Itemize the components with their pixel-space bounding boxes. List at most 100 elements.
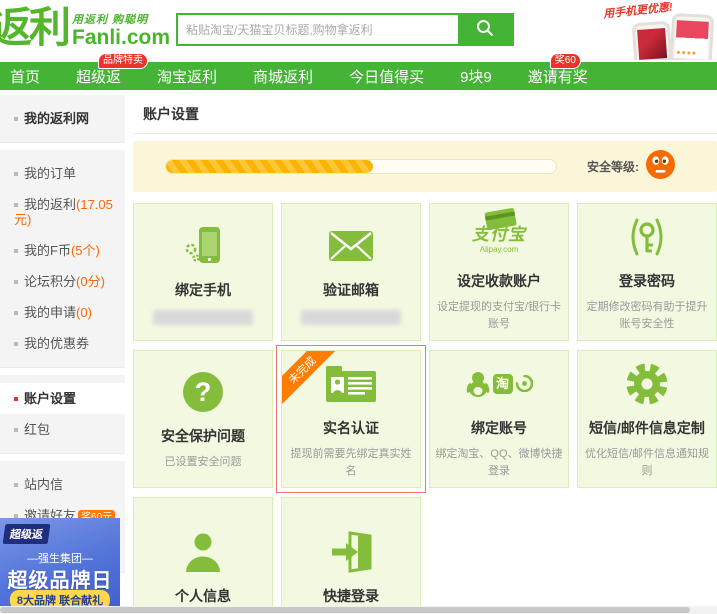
nav-item-label: 超级返 [76, 68, 122, 86]
question-icon-holder: ? [181, 366, 225, 418]
nav-item-label: 首页 [10, 68, 41, 86]
qq-icon [466, 371, 489, 397]
bullet-icon [14, 341, 18, 346]
card-title: 快捷登录 [323, 588, 379, 604]
alipay-logo-icon: 支付宝 Alipay.com [472, 207, 526, 254]
settings-card-exit[interactable]: 快捷登录 [281, 497, 421, 614]
nav-item-badge: 品牌特卖 [98, 52, 149, 69]
settings-card-idcard[interactable]: 未完成 实名认证 提现前需要先绑定真实姓名 [276, 345, 426, 493]
card-title: 实名认证 [323, 419, 379, 436]
gear-icon-holder [624, 358, 670, 410]
sidebar-group: 我的返利网 [0, 95, 125, 143]
card-title: 绑定手机 [175, 281, 231, 298]
question-mark-icon: ? [183, 372, 223, 413]
sidebar-item-2-0[interactable]: 账户设置 [0, 383, 125, 414]
card-title: 安全保护问题 [161, 428, 245, 445]
sidebar: 我的返利网 我的订单 我的返利(17.05元) 我的F币(5个) 论坛积分(0分) 我的申… [0, 95, 125, 614]
sidebar-item-label: 账户设置 [24, 391, 77, 406]
logo-tagline: 用返利 购聪明 [72, 14, 149, 26]
sidebar-promo-banner[interactable]: 超级返 —强生集团— 超级品牌日 8大品牌 联合献礼 [0, 518, 120, 614]
nav-item-1[interactable]: 首页 [10, 66, 40, 87]
sidebar-item-1-5[interactable]: 我的优惠券 [0, 328, 125, 359]
key-lock-icon [631, 218, 663, 256]
sidebar-item-label: 我的返利网 [24, 111, 90, 126]
qq-taobao-weibo-icons: 淘 [466, 370, 533, 398]
security-level-banner: 安全等级: [133, 141, 717, 192]
exit-icon-holder [328, 526, 374, 578]
card-title: 短信/邮件信息定制 [589, 419, 705, 436]
settings-card-phone[interactable]: 绑定手机 [133, 203, 273, 341]
scrollbar-thumb[interactable] [0, 607, 690, 613]
card-title: 绑定账号 [471, 419, 527, 436]
settings-card-grid: 绑定手机 验证邮箱 支付宝 Alipay.com 设定收款账户 设定提现的支付宝/… [133, 203, 717, 614]
bullet-icon [14, 248, 18, 253]
search-input[interactable] [178, 15, 458, 44]
search-box [176, 13, 514, 46]
settings-card-person[interactable]: 个人信息 [133, 497, 273, 614]
sidebar-item-1-4[interactable]: 我的申请(0) [0, 297, 125, 328]
bullet-icon [14, 171, 18, 176]
nav-item-7[interactable]: 邀请有奖 奖60 [527, 52, 588, 87]
nav-item-4[interactable]: 商城返利 [253, 66, 313, 87]
sidebar-groups: 我的返利网 我的订单 我的返利(17.05元) 我的F币(5个) 论坛积分(0分) 我的申… [0, 95, 125, 573]
nav-item-2[interactable]: 超级返 品牌特卖 [76, 52, 149, 87]
id-card-icon [326, 365, 376, 402]
horizontal-scrollbar[interactable] [0, 606, 717, 614]
key-icon-holder [626, 211, 668, 263]
gear-icon [626, 363, 668, 405]
nav-item-badge: 奖60 [549, 52, 581, 69]
svg-text:?: ? [195, 377, 212, 407]
sidebar-item-2-1[interactable]: 红包 [0, 414, 125, 445]
envelope-icon [329, 230, 373, 261]
nav-item-label: 商城返利 [253, 68, 314, 86]
sidebar-item-label: 我的优惠券 [24, 336, 90, 351]
sidebar-item-label: 我的申请 [24, 305, 77, 320]
search-button[interactable] [458, 15, 512, 44]
settings-card-mail[interactable]: 验证邮箱 [281, 203, 421, 341]
phone-image: ●●●● [669, 12, 715, 60]
social-icon-holder: 淘 [466, 358, 533, 410]
sidebar-item-label: 我的F币 [24, 243, 71, 258]
sidebar-group: 我的订单 我的返利(17.05元) 我的F币(5个) 论坛积分(0分) 我的申请(0) 我… [0, 150, 125, 368]
page-title: 账户设置 [133, 100, 717, 134]
bullet-icon [14, 279, 18, 284]
sidebar-item-1-3[interactable]: 论坛积分(0分) [0, 266, 125, 297]
search-icon [475, 18, 495, 41]
nav-item-3[interactable]: 淘宝返利 [157, 66, 217, 87]
alipay-en-text: Alipay.com [479, 244, 519, 254]
sidebar-item-label: 我的订单 [24, 166, 77, 181]
main-nav: 首页 超级返 品牌特卖 淘宝返利 商城返利 今日值得买 9块9 邀请有奖 奖60 [0, 52, 717, 90]
phone-icon-holder [181, 220, 225, 272]
nav-item-label: 淘宝返利 [157, 68, 218, 86]
sidebar-item-1-1[interactable]: 我的返利(17.05元) [0, 189, 125, 235]
fanli-logo[interactable]: 返利 用返利 购聪明 Fanli.com [0, 6, 170, 50]
card-title: 个人信息 [175, 588, 231, 604]
card-title: 登录密码 [619, 272, 675, 289]
bullet-icon [14, 310, 18, 315]
sidebar-item-3-0[interactable]: 站内信 [0, 469, 125, 500]
settings-card-alipay[interactable]: 支付宝 Alipay.com 设定收款账户 设定提现的支付宝/银行卡账号 [429, 203, 569, 341]
card-description: 绑定淘宝、QQ、微博快捷登录 [435, 447, 563, 477]
settings-card-question[interactable]: ? 安全保护问题 已设置安全问题 [133, 350, 273, 488]
settings-card-social[interactable]: 淘 绑定账号绑定淘宝、QQ、微博快捷登录 [429, 350, 569, 488]
card-title: 验证邮箱 [323, 281, 379, 298]
sidebar-item-0-0[interactable]: 我的返利网 [0, 103, 125, 134]
weibo-icon [515, 375, 533, 393]
idcard-icon-holder [324, 358, 378, 410]
settings-card-gear[interactable]: 短信/邮件信息定制优化短信/邮件信息通知规则 [577, 350, 717, 488]
sidebar-item-label: 站内信 [24, 477, 64, 492]
card-description: 优化短信/邮件信息通知规则 [584, 447, 710, 477]
sidebar-item-1-2[interactable]: 我的F币(5个) [0, 235, 125, 266]
masked-private-value [153, 309, 253, 325]
sidebar-item-1-0[interactable]: 我的订单 [0, 158, 125, 189]
bullet-icon [14, 513, 18, 518]
mobile-app-promo-banner[interactable]: 用手机更优惠! ●●●● [601, 0, 717, 60]
nav-item-label: 9块9 [460, 68, 492, 86]
card-description: 定期修改密码有助于提升账号安全性 [586, 300, 708, 330]
nav-item-5[interactable]: 今日值得买 [349, 66, 424, 87]
security-face-icon [645, 149, 676, 185]
nav-item-6[interactable]: 9块9 [460, 66, 492, 87]
nav-item-label: 邀请有奖 [527, 68, 588, 86]
settings-card-key[interactable]: 登录密码定期修改密码有助于提升账号安全性 [577, 203, 717, 341]
phone-image [631, 20, 673, 60]
